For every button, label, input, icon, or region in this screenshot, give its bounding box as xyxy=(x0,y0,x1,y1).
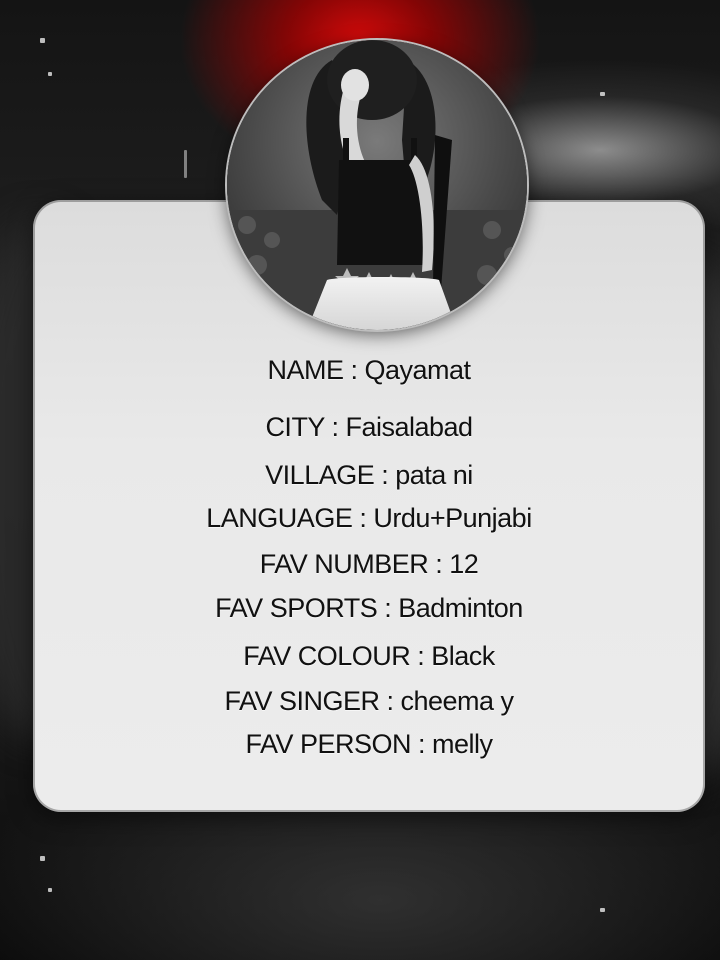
speck xyxy=(40,38,45,43)
background: NAME : Qayamat CITY : Faisalabad VILLAGE… xyxy=(0,0,720,960)
language-line: LANGUAGE : Urdu+Punjabi xyxy=(206,503,532,533)
speck xyxy=(48,888,52,892)
fav-colour-line: FAV COLOUR : Black xyxy=(243,641,495,671)
city-line: CITY : Faisalabad xyxy=(265,412,473,442)
village-line: VILLAGE : pata ni xyxy=(265,460,473,490)
fav-number-line: FAV NUMBER : 12 xyxy=(259,549,479,579)
speck xyxy=(600,92,605,96)
fav-sports-line: FAV SPORTS : Badminton xyxy=(215,593,523,623)
name-line: NAME : Qayamat xyxy=(267,355,471,385)
fav-singer-line: FAV SINGER : cheema y xyxy=(224,686,514,716)
speck xyxy=(40,856,45,861)
speck xyxy=(48,72,52,76)
fav-person-line: FAV PERSON : melly xyxy=(245,729,493,759)
speck xyxy=(600,908,605,912)
avatar[interactable] xyxy=(227,40,527,330)
speck xyxy=(184,150,187,178)
avatar-photo xyxy=(227,40,527,330)
